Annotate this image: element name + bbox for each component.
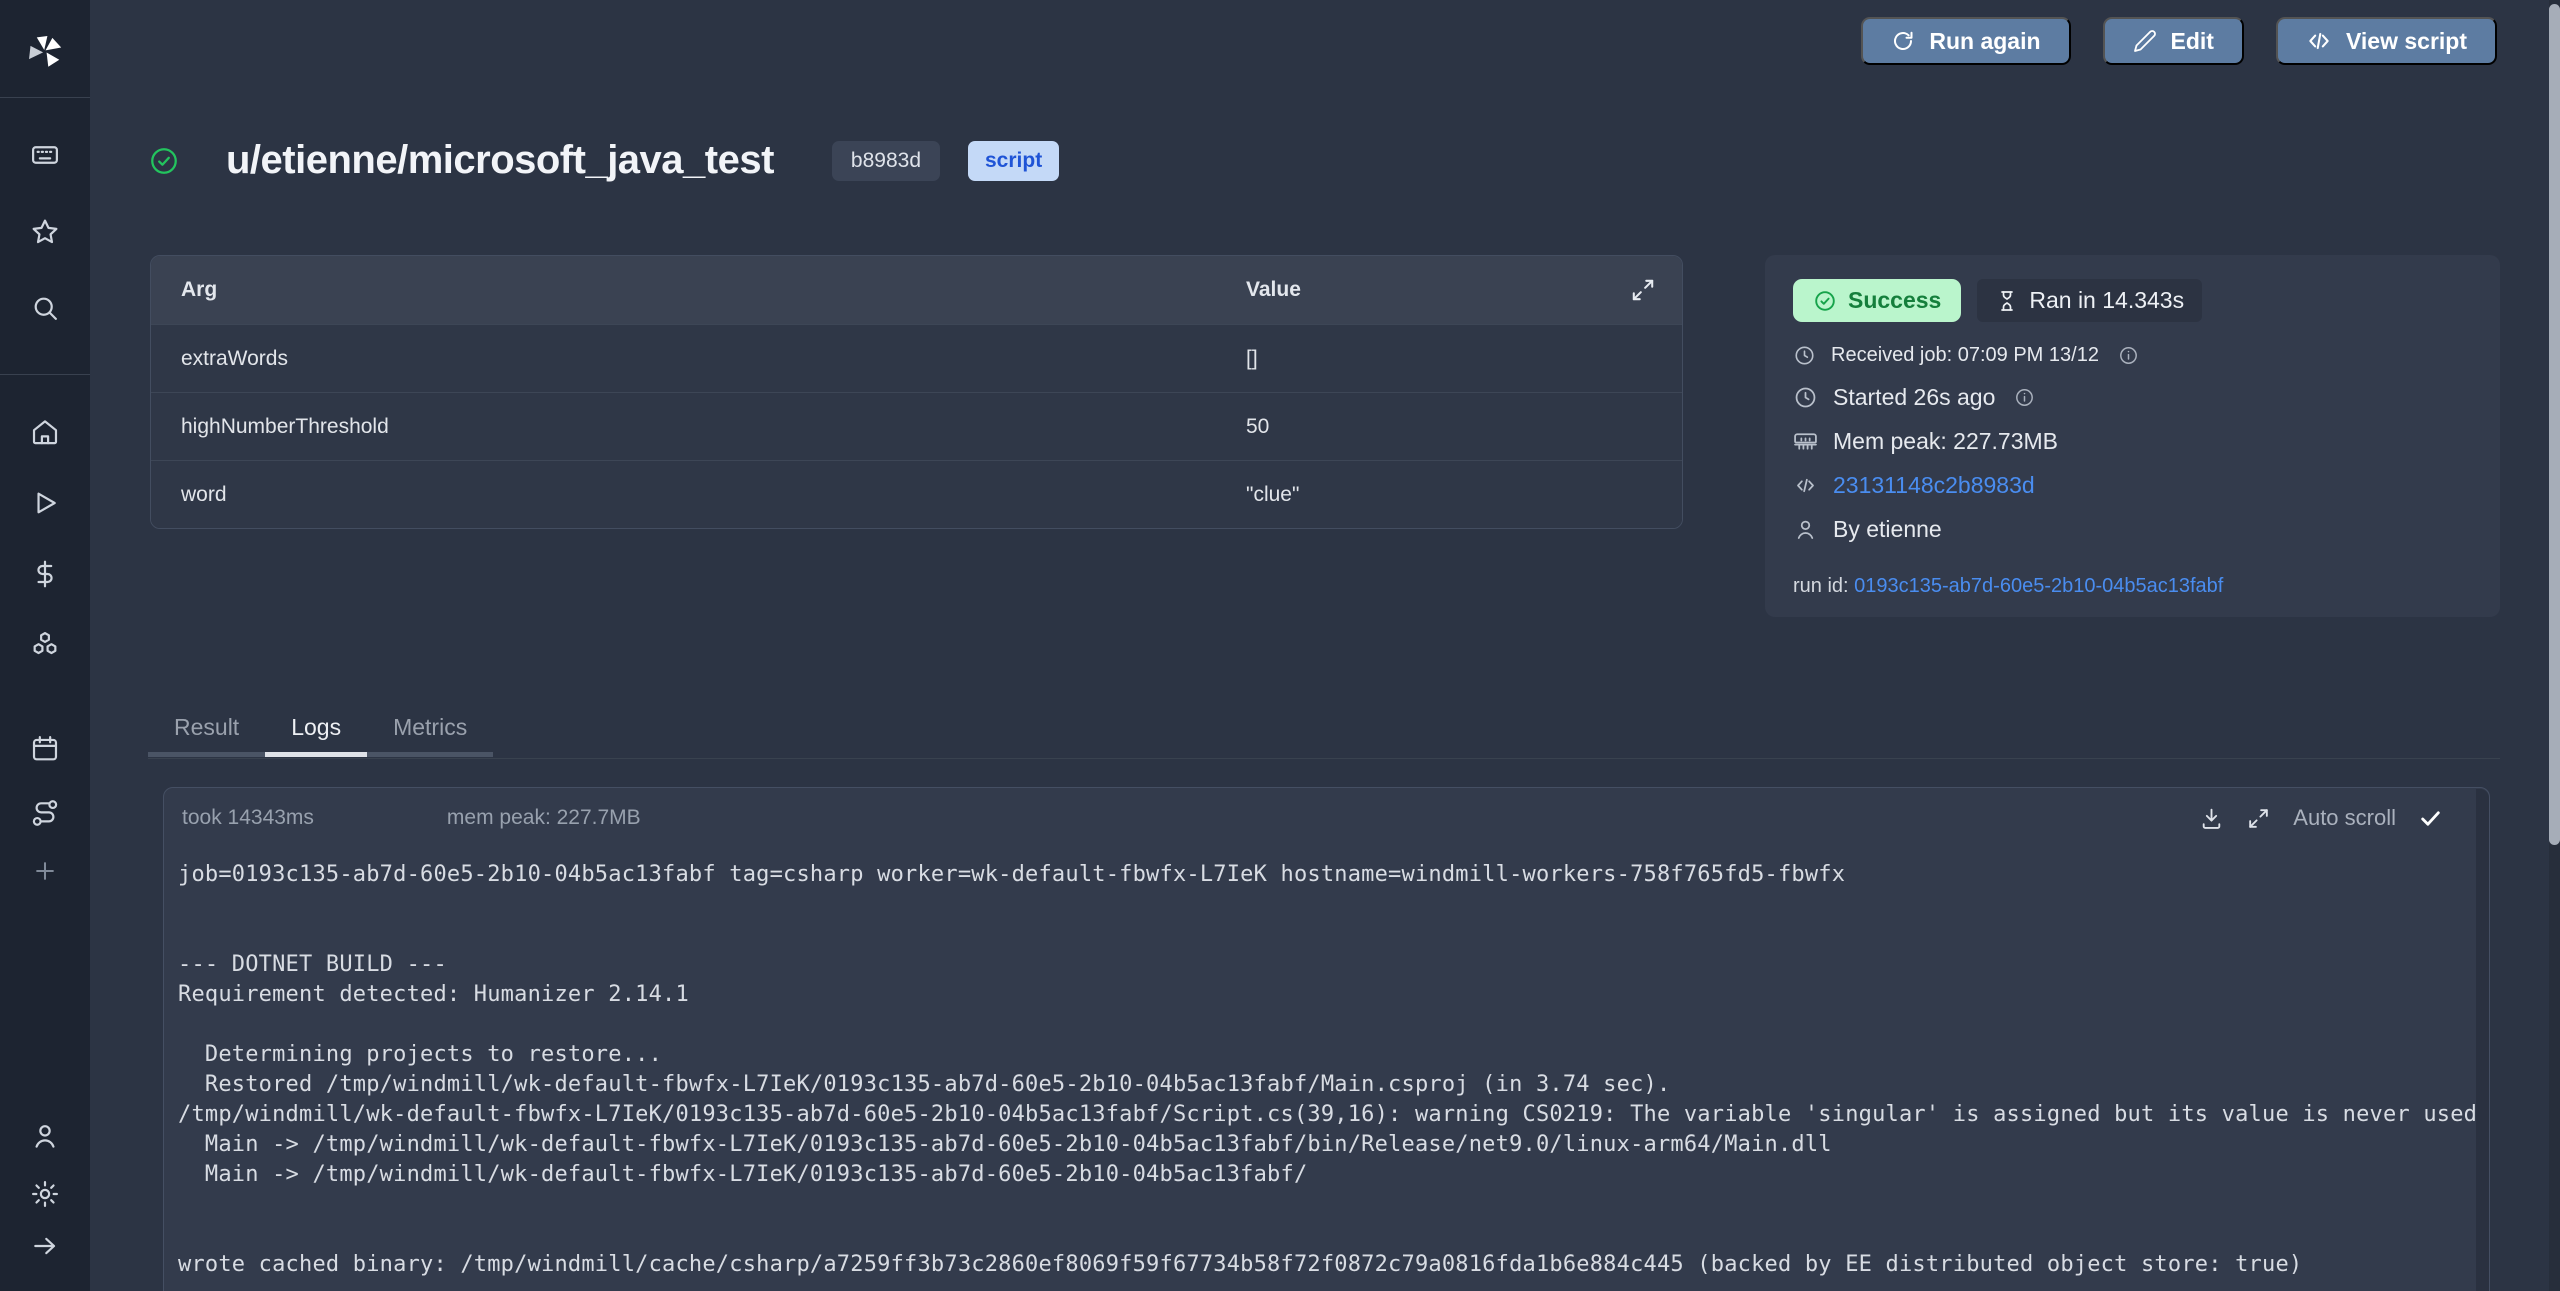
routes-icon[interactable]: [30, 798, 61, 829]
run-id-link[interactable]: 0193c135-ab7d-60e5-2b10-04b5ac13fabf: [1854, 575, 2223, 597]
tab-logs[interactable]: Logs: [265, 706, 367, 757]
table-row[interactable]: highNumberThreshold 50: [151, 392, 1682, 460]
run-again-button[interactable]: Run again: [1861, 17, 2070, 65]
tab-result[interactable]: Result: [148, 706, 265, 757]
hourglass-icon: [1995, 289, 2019, 313]
log-text[interactable]: job=0193c135-ab7d-60e5-2b10-04b5ac13fabf…: [164, 842, 2476, 1291]
arg-value: []: [1246, 347, 1682, 371]
auto-scroll-label: Auto scroll: [2293, 805, 2396, 831]
log-header: took 14343ms mem peak: 227.7MB Auto scro…: [164, 788, 2489, 842]
success-check-icon: [148, 145, 180, 177]
mem-peak-label: Mem peak: 227.73MB: [1833, 428, 2058, 455]
tabs-divider: [148, 758, 2500, 759]
edit-button[interactable]: Edit: [2103, 17, 2244, 65]
ran-in-label: Ran in 14.343s: [2029, 287, 2184, 314]
started-label: Started 26s ago: [1833, 384, 1995, 411]
log-panel: took 14343ms mem peak: 227.7MB Auto scro…: [163, 787, 2490, 1291]
sidebar-divider: [0, 97, 90, 98]
download-logs-icon[interactable]: [2199, 806, 2224, 831]
status-panel: Success Ran in 14.343s Received job: 07:…: [1765, 255, 2500, 617]
args-col-value: Value: [1246, 278, 1682, 302]
arg-name: highNumberThreshold: [151, 415, 1246, 439]
refresh-icon: [1891, 29, 1915, 53]
log-mem-peak: mem peak: 227.7MB: [447, 806, 641, 830]
search-icon[interactable]: [30, 293, 61, 324]
expand-arrow-icon[interactable]: [30, 1231, 61, 1262]
info-icon[interactable]: [2118, 345, 2139, 366]
ran-in-chip: Ran in 14.343s: [1977, 279, 2202, 322]
args-table: Arg Value extraWords [] highNumberThresh…: [150, 255, 1683, 529]
schedules-calendar-icon[interactable]: [30, 734, 61, 765]
result-tabs: Result Logs Metrics: [148, 706, 493, 757]
by-user-label: By etienne: [1833, 516, 1942, 543]
sidebar: [0, 0, 90, 1291]
started-row: Started 26s ago: [1793, 384, 2472, 411]
clock-icon: [1793, 344, 1816, 367]
received-label: Received job: 07:09 PM 13/12: [1831, 344, 2099, 367]
app-window-icon[interactable]: [30, 140, 61, 171]
runs-play-icon[interactable]: [30, 488, 61, 519]
action-buttons: Run again Edit View script: [1861, 17, 2497, 65]
tab-metrics[interactable]: Metrics: [367, 706, 493, 757]
sidebar-divider: [0, 374, 90, 375]
expand-logs-icon[interactable]: [2246, 806, 2271, 831]
star-favorites-icon[interactable]: [30, 217, 61, 248]
arg-value: 50: [1246, 415, 1682, 439]
code-icon: [1793, 473, 1818, 498]
arg-name: extraWords: [151, 347, 1246, 371]
success-label: Success: [1848, 287, 1941, 314]
check-circle-icon: [1813, 289, 1837, 313]
code-icon: [2306, 28, 2332, 54]
job-run-page: Run again Edit View script u/etienne/mic…: [0, 0, 2560, 1291]
status-top-row: Success Ran in 14.343s: [1793, 279, 2472, 322]
args-col-arg: Arg: [151, 278, 1246, 302]
user-icon: [1793, 517, 1818, 542]
view-script-button[interactable]: View script: [2276, 17, 2497, 65]
home-icon[interactable]: [30, 417, 61, 448]
title-row: u/etienne/microsoft_java_test b8983d scr…: [148, 138, 1059, 183]
received-row: Received job: 07:09 PM 13/12: [1793, 344, 2472, 367]
run-id-row: run id: 0193c135-ab7d-60e5-2b10-04b5ac13…: [1793, 575, 2472, 598]
settings-gear-icon[interactable]: [30, 1179, 61, 1210]
script-hash-link[interactable]: 23131148c2b8983d: [1833, 472, 2035, 499]
windmill-logo-icon[interactable]: [25, 32, 65, 72]
by-user-row: By etienne: [1793, 516, 2472, 543]
run-again-label: Run again: [1929, 28, 2040, 55]
arg-name: word: [151, 483, 1246, 507]
info-icon[interactable]: [2014, 387, 2035, 408]
script-hash-row: 23131148c2b8983d: [1793, 472, 2472, 499]
log-took: took 14343ms: [182, 806, 314, 830]
page-title: u/etienne/microsoft_java_test: [226, 138, 774, 183]
edit-label: Edit: [2171, 28, 2214, 55]
arg-value: "clue": [1246, 483, 1682, 507]
resources-boxes-icon[interactable]: [30, 630, 61, 661]
mem-peak-row: Mem peak: 227.73MB: [1793, 428, 2472, 455]
table-row[interactable]: word "clue": [151, 460, 1682, 528]
log-scrollbar[interactable]: [2476, 789, 2489, 1291]
success-badge: Success: [1793, 279, 1961, 322]
memory-icon: [1793, 429, 1818, 454]
expand-args-icon[interactable]: [1630, 277, 1656, 303]
add-plus-icon[interactable]: [32, 858, 59, 885]
table-row[interactable]: extraWords []: [151, 324, 1682, 392]
run-id-label: run id:: [1793, 575, 1849, 597]
args-table-header: Arg Value: [151, 256, 1682, 324]
pencil-icon: [2133, 29, 2157, 53]
log-controls: Auto scroll: [2199, 805, 2443, 831]
variables-dollar-icon[interactable]: [30, 559, 61, 590]
script-kind-badge[interactable]: script: [968, 141, 1059, 181]
user-icon[interactable]: [30, 1121, 61, 1152]
view-script-label: View script: [2346, 28, 2467, 55]
auto-scroll-checkbox[interactable]: [2418, 806, 2443, 831]
clock-icon: [1793, 385, 1818, 410]
hash-badge: b8983d: [832, 141, 940, 181]
page-scrollbar[interactable]: [2549, 0, 2560, 1291]
page-scrollbar-thumb[interactable]: [2549, 4, 2560, 845]
